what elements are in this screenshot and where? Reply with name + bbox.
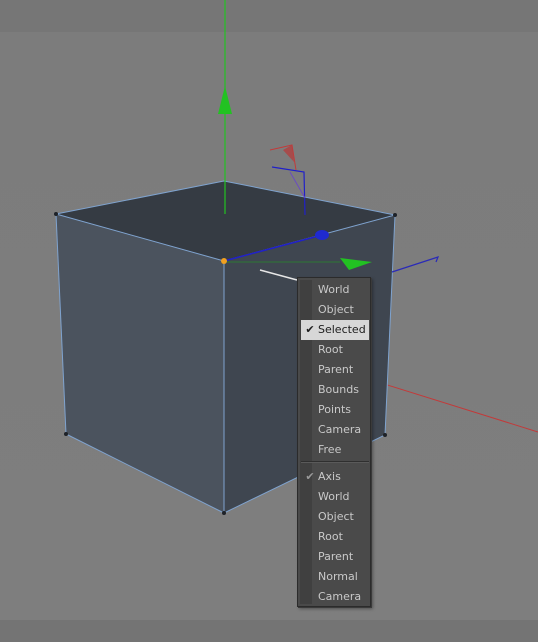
menu-item-axis[interactable]: ✔ Axis — [301, 467, 369, 487]
menu-item-label: Parent — [318, 363, 354, 376]
cube-left-face[interactable] — [56, 214, 224, 513]
coordinate-context-menu: World Object ✔ Selected Root Parent Boun… — [297, 277, 371, 607]
checkmark-icon: ✔ — [305, 470, 315, 483]
menu-item-root[interactable]: Root — [301, 340, 369, 360]
menu-item-camera[interactable]: Camera — [301, 420, 369, 440]
3d-viewport[interactable]: World Object ✔ Selected Root Parent Boun… — [0, 0, 538, 642]
menu-item-world-2[interactable]: World — [301, 487, 369, 507]
menu-item-free[interactable]: Free — [301, 440, 369, 460]
menu-separator — [301, 461, 369, 463]
scene-canvas[interactable] — [0, 0, 538, 642]
pivot-point-icon[interactable] — [221, 258, 227, 264]
menu-item-label: Root — [318, 343, 343, 356]
menu-item-camera-2[interactable]: Camera — [301, 587, 369, 607]
menu-item-parent[interactable]: Parent — [301, 360, 369, 380]
menu-item-label: Object — [318, 303, 354, 316]
menu-item-label: Points — [318, 403, 352, 416]
menu-item-label: Camera — [318, 590, 362, 603]
z-axis-handle-icon[interactable] — [315, 230, 329, 240]
menu-item-label: Bounds — [318, 383, 359, 396]
menu-item-label: Free — [318, 443, 342, 456]
menu-item-bounds[interactable]: Bounds — [301, 380, 369, 400]
menu-item-label: Object — [318, 510, 354, 523]
world-x-axis-line — [364, 377, 538, 433]
menu-item-parent-2[interactable]: Parent — [301, 547, 369, 567]
menu-item-points[interactable]: Points — [301, 400, 369, 420]
menu-item-selected[interactable]: ✔ Selected — [301, 320, 369, 340]
checkmark-icon: ✔ — [305, 323, 315, 336]
menu-item-label: World — [318, 490, 350, 503]
menu-item-label: Root — [318, 530, 343, 543]
menu-item-label: Normal — [318, 570, 358, 583]
menu-item-label: Axis — [318, 470, 341, 483]
menu-item-normal[interactable]: Normal — [301, 567, 369, 587]
menu-item-world[interactable]: World — [301, 280, 369, 300]
menu-item-label: World — [318, 283, 350, 296]
menu-item-root-2[interactable]: Root — [301, 527, 369, 547]
menu-item-object[interactable]: Object — [301, 300, 369, 320]
menu-item-label: Selected — [318, 323, 366, 336]
menu-item-object-2[interactable]: Object — [301, 507, 369, 527]
menu-item-label: Parent — [318, 550, 354, 563]
menu-item-label: Camera — [318, 423, 362, 436]
scale-gizmo-icon[interactable] — [391, 256, 440, 273]
y-axis-arrow-icon[interactable] — [218, 86, 232, 114]
